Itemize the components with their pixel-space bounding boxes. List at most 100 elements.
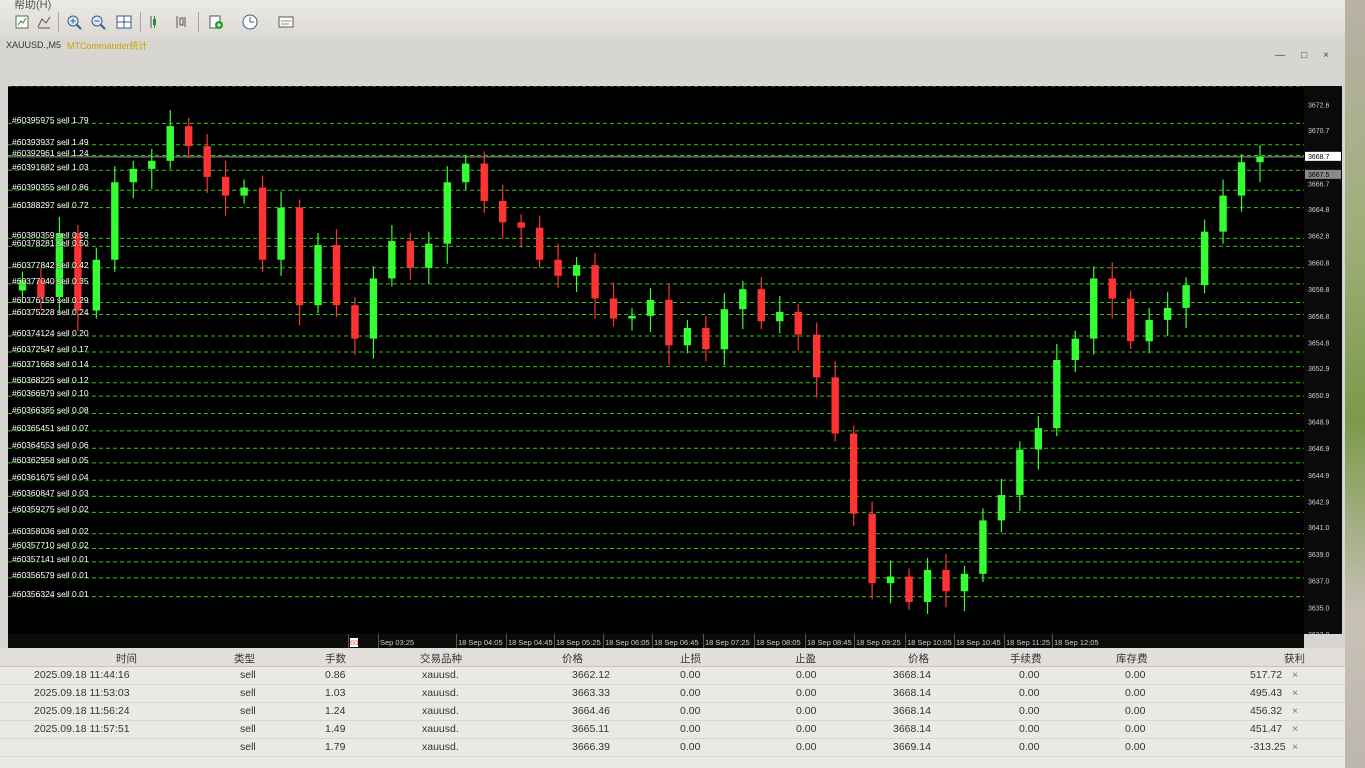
tile-windows-icon[interactable] xyxy=(114,12,134,32)
price-tick-label: 3641.0 xyxy=(1308,525,1330,532)
cell-comm: 0.00 xyxy=(1019,705,1040,717)
table-row[interactable]: sell 1.79 xauusd. 3666.39 0.00 0.00 3669.14 0.0… xyxy=(0,738,1345,757)
menu-help[interactable]: 帮助(H) xyxy=(14,0,51,12)
templates-icon[interactable] xyxy=(34,12,54,32)
candle-body xyxy=(1127,298,1135,342)
close-position-icon[interactable]: × xyxy=(1292,705,1298,717)
cell-sl: 0.00 xyxy=(680,723,701,735)
maximize-icon[interactable]: □ xyxy=(1301,50,1307,61)
header-lots[interactable]: 手数 xyxy=(325,651,346,666)
indicators-icon[interactable] xyxy=(146,12,166,32)
candle-body xyxy=(683,327,692,346)
header-price[interactable]: 价格 xyxy=(562,651,583,666)
clock-icon[interactable] xyxy=(240,12,260,32)
candle-body xyxy=(111,182,119,260)
candle-body xyxy=(1182,285,1190,308)
candle-body xyxy=(1108,278,1116,299)
candle-body xyxy=(425,243,433,268)
header-sl[interactable]: 止损 xyxy=(680,651,701,666)
cell-price: 3664.46 xyxy=(572,705,610,717)
order-line-label: #60393937 sell 1.49 xyxy=(12,136,89,147)
close-position-icon[interactable]: × xyxy=(1292,687,1298,699)
candle-body xyxy=(757,289,765,322)
header-commission[interactable]: 手续费 xyxy=(1010,651,1042,666)
order-line-label: #60395975 sell 1.79 xyxy=(12,115,89,126)
price-tick-label: 3660.8 xyxy=(1308,260,1330,267)
add-object-icon[interactable] xyxy=(206,12,226,32)
cell-swap: 0.00 xyxy=(1125,669,1146,681)
candle-body xyxy=(609,298,618,319)
price-tick-label: 3654.8 xyxy=(1308,341,1330,348)
cell-lots: 1.03 xyxy=(325,687,346,699)
chart-tab[interactable]: XAUUSD.,M5 MTCommander统计 xyxy=(6,38,148,52)
header-current-price[interactable]: 价格 xyxy=(908,651,929,666)
candle-body xyxy=(92,259,101,311)
candle-body xyxy=(185,126,193,147)
cell-price: 3666.39 xyxy=(572,741,610,753)
cell-price: 3665.11 xyxy=(572,723,610,735)
candlestick-chart xyxy=(8,86,1304,614)
zoom-out-icon[interactable] xyxy=(88,12,108,32)
cell-swap: 0.00 xyxy=(1125,687,1146,699)
order-line-label: #60360847 sell 0.03 xyxy=(12,488,89,499)
periods-icon[interactable] xyxy=(172,12,192,32)
header-symbol[interactable]: 交易品种 xyxy=(420,651,462,666)
window-controls: — □ × xyxy=(1275,50,1329,61)
header-time[interactable]: 时间 xyxy=(116,651,137,666)
table-row[interactable]: 2025.09.18 11:57:51 sell 1.49 xauusd. 3665.1… xyxy=(0,720,1345,739)
candle-body xyxy=(1200,231,1209,286)
time-tick-label: 18 Sep 12:05 xyxy=(1054,638,1099,647)
zoom-in-icon[interactable] xyxy=(64,12,84,32)
price-tick-label: 3646.9 xyxy=(1308,446,1330,453)
time-tick-label: 18 Sep 10:45 xyxy=(956,638,1001,647)
time-tick-label: 18 Sep 08:45 xyxy=(807,638,852,647)
price-tick-label: 3672.6 xyxy=(1308,103,1330,110)
candle-body xyxy=(351,305,359,339)
order-line-label: #60356324 sell 0.01 xyxy=(12,588,89,599)
header-profit[interactable]: 获利 xyxy=(1284,651,1305,666)
candle-body xyxy=(1053,360,1061,429)
price-tick-label: 3648.9 xyxy=(1308,419,1330,426)
candle-body xyxy=(221,176,230,196)
price-tick-label: 3637.0 xyxy=(1308,579,1330,586)
minimize-icon[interactable]: — xyxy=(1275,50,1285,61)
close-position-icon[interactable]: × xyxy=(1292,723,1298,735)
candle-body xyxy=(369,278,378,339)
table-header: 时间 类型 手数 交易品种 价格 止损 止盈 价格 手续费 库存费 获利 xyxy=(0,648,1345,667)
header-tp[interactable]: 止盈 xyxy=(795,651,816,666)
cell-tp: 0.00 xyxy=(796,705,817,717)
candle-body xyxy=(1256,156,1264,163)
candle-body xyxy=(314,245,322,306)
order-line-label: #60392961 sell 1.24 xyxy=(12,147,89,158)
cell-swap: 0.00 xyxy=(1125,741,1146,753)
order-line-label: #60366979 sell 0.10 xyxy=(12,388,89,399)
time-tick-label: 60 xyxy=(350,638,359,647)
candle-body xyxy=(831,377,839,434)
candle-body xyxy=(720,309,729,350)
table-row[interactable]: 2025.09.18 11:56:24 sell 1.24 xauusd. 3664.4… xyxy=(0,702,1345,721)
cell-lots: 1.49 xyxy=(325,723,346,735)
order-line-label: #60375228 sell 0.24 xyxy=(12,306,89,317)
candle-body xyxy=(572,265,581,276)
close-position-icon[interactable]: × xyxy=(1292,669,1298,681)
candle-body xyxy=(702,327,710,350)
new-chart-icon[interactable] xyxy=(12,12,32,32)
candle-body xyxy=(997,494,1006,521)
cell-lots: 1.79 xyxy=(325,741,346,753)
price-chart[interactable]: #60401898 sell 2.03#60400320 buy 0.01#60… xyxy=(8,86,1304,634)
close-position-icon[interactable]: × xyxy=(1292,741,1298,753)
order-line-label: #60361675 sell 0.04 xyxy=(12,472,89,483)
table-row[interactable]: 2025.09.18 11:44:16 sell 0.86 xauusd. 3662.1… xyxy=(0,666,1345,685)
candle-body xyxy=(1163,307,1172,320)
template-icon[interactable] xyxy=(276,12,296,32)
header-type[interactable]: 类型 xyxy=(234,651,255,666)
cell-cur: 3668.14 xyxy=(893,705,931,717)
order-line-label: #60356579 sell 0.01 xyxy=(12,569,89,580)
header-swap[interactable]: 库存费 xyxy=(1116,651,1148,666)
candle-body xyxy=(517,222,525,228)
table-row[interactable]: 2025.09.18 11:53:03 sell 1.03 xauusd. 3663.3… xyxy=(0,684,1345,703)
order-line-label: #60357710 sell 0.02 xyxy=(12,540,89,551)
candle-body xyxy=(813,334,821,378)
close-icon[interactable]: × xyxy=(1323,50,1329,61)
price-tick-label: 3670.7 xyxy=(1308,128,1330,135)
